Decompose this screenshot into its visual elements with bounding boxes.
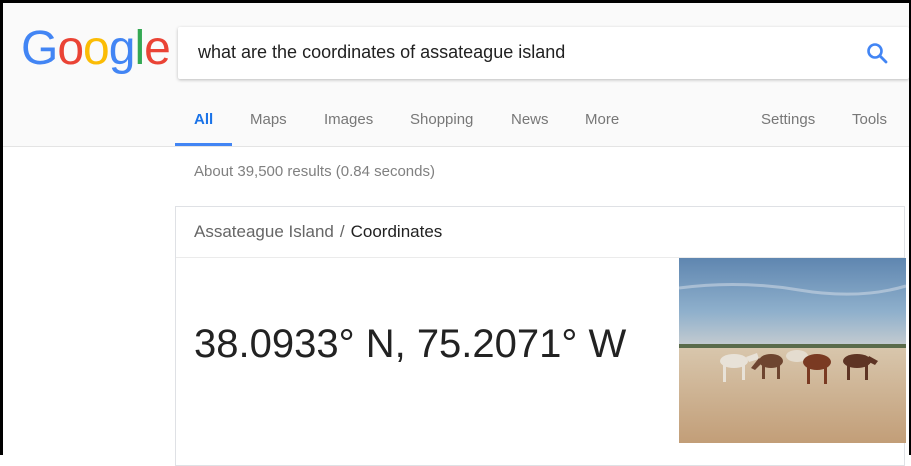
logo-letter: o	[83, 22, 110, 75]
result-stats: About 39,500 results (0.84 seconds)	[194, 163, 435, 180]
tab-more[interactable]: More	[585, 111, 619, 128]
tab-images[interactable]: Images	[324, 111, 373, 128]
tab-all[interactable]: All	[194, 111, 213, 128]
google-logo[interactable]: Google	[21, 22, 171, 75]
breadcrumb-separator: /	[339, 222, 345, 241]
horses-beach-image[interactable]	[679, 258, 906, 443]
coordinates-value: 38.0933° N, 75.2071° W	[194, 322, 627, 366]
search-icon[interactable]	[865, 41, 889, 65]
breadcrumb-entity[interactable]: Assateague Island	[194, 222, 334, 241]
breadcrumb-attribute: Coordinates	[350, 222, 443, 241]
logo-letter: e	[144, 22, 171, 75]
tab-shopping[interactable]: Shopping	[410, 111, 473, 128]
tab-news[interactable]: News	[511, 111, 549, 128]
answer-card: Assateague Island / Coordinates 38.0933° N…	[175, 206, 906, 466]
active-tab-indicator	[175, 143, 232, 146]
logo-letter: G	[21, 22, 58, 75]
search-tabs: All Maps Images Shopping News More Setti…	[3, 99, 909, 146]
search-input[interactable]: what are the coordinates of assateague i…	[198, 42, 565, 63]
logo-letter: l	[134, 22, 145, 75]
search-header: Google what are the coordinates of assat…	[3, 3, 909, 147]
answer-card-header: Assateague Island / Coordinates	[176, 207, 904, 258]
breadcrumb: Assateague Island / Coordinates	[194, 222, 442, 242]
tab-settings[interactable]: Settings	[761, 111, 815, 128]
logo-letter: o	[57, 22, 84, 75]
search-box[interactable]: what are the coordinates of assateague i…	[178, 27, 909, 79]
logo-letter: g	[108, 22, 136, 75]
tab-maps[interactable]: Maps	[250, 111, 287, 128]
tab-tools[interactable]: Tools	[852, 111, 887, 128]
